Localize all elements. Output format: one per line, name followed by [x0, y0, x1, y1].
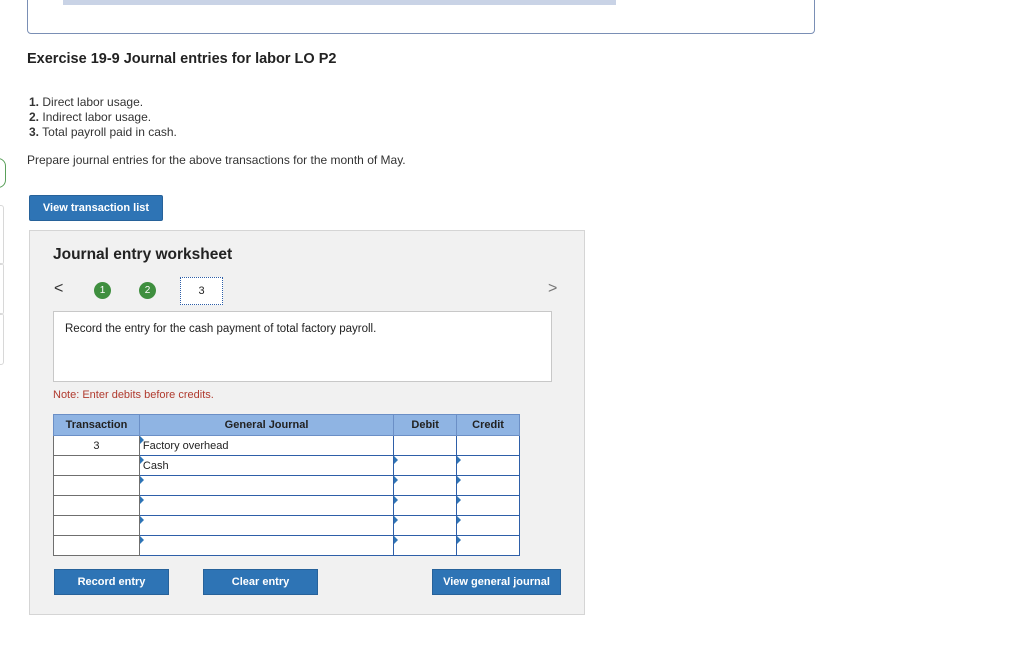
- prev-step-icon[interactable]: <: [54, 280, 63, 298]
- dropdown-marker-icon: [139, 456, 147, 464]
- debit-field[interactable]: [393, 535, 458, 556]
- account-field[interactable]: [138, 495, 395, 516]
- transaction-list: 1. Direct labor usage. 2. Indirect labor…: [29, 95, 177, 140]
- record-entry-button[interactable]: Record entry: [54, 569, 169, 595]
- table-row: [53, 495, 520, 516]
- debit-field[interactable]: [393, 475, 458, 496]
- scroll-bar-remnant: [63, 0, 616, 5]
- col-header-debit: Debit: [393, 414, 458, 436]
- step-2-button[interactable]: 2: [139, 282, 156, 299]
- instruction-box: [53, 311, 552, 382]
- exercise-prompt: Prepare journal entries for the above tr…: [27, 153, 406, 167]
- account-field[interactable]: [138, 475, 395, 496]
- transaction-cell: [53, 515, 140, 536]
- table-row: [53, 515, 520, 536]
- transaction-cell: 3: [53, 435, 140, 456]
- list-item: 1. Direct labor usage.: [29, 95, 144, 109]
- view-transaction-list-button[interactable]: View transaction list: [29, 195, 163, 221]
- input-marker-icon: [457, 516, 462, 524]
- journal-table: Transaction General Journal Debit Credit…: [53, 414, 520, 556]
- previous-content-panel: [27, 0, 815, 34]
- debit-field[interactable]: [393, 455, 458, 476]
- credit-field[interactable]: [456, 475, 520, 496]
- input-marker-icon: [394, 516, 399, 524]
- input-marker-icon: [394, 496, 399, 504]
- dropdown-marker-icon: [139, 516, 147, 524]
- debit-field[interactable]: [393, 495, 458, 516]
- input-marker-icon: [457, 456, 462, 464]
- input-marker-icon: [457, 476, 462, 484]
- side-indicator: [0, 158, 6, 188]
- step-3-button-active[interactable]: 3: [180, 277, 223, 305]
- side-tab: [0, 205, 4, 265]
- credit-field[interactable]: [456, 535, 520, 556]
- side-tab: [0, 263, 4, 315]
- note-text: Note: Enter debits before credits.: [53, 389, 214, 401]
- account-field[interactable]: Cash: [138, 455, 395, 476]
- credit-field[interactable]: [456, 495, 520, 516]
- credit-field[interactable]: [456, 435, 520, 456]
- col-header-credit: Credit: [456, 414, 520, 436]
- dropdown-marker-icon: [139, 536, 147, 544]
- debit-field[interactable]: [393, 435, 458, 456]
- input-marker-icon: [457, 536, 462, 544]
- view-general-journal-button[interactable]: View general journal: [432, 569, 561, 595]
- account-field[interactable]: [138, 535, 395, 556]
- input-marker-icon: [394, 476, 399, 484]
- list-item: 3. Total payroll paid in cash.: [29, 125, 177, 139]
- exercise-title: Exercise 19-9 Journal entries for labor …: [27, 51, 337, 67]
- dropdown-marker-icon: [139, 436, 147, 444]
- input-marker-icon: [394, 456, 399, 464]
- transaction-cell: [53, 475, 140, 496]
- col-header-transaction: Transaction: [53, 414, 140, 436]
- account-field[interactable]: [138, 515, 395, 536]
- clear-entry-button[interactable]: Clear entry: [203, 569, 318, 595]
- next-step-icon[interactable]: >: [548, 280, 557, 298]
- credit-field[interactable]: [456, 515, 520, 536]
- step-1-button[interactable]: 1: [94, 282, 111, 299]
- table-row: 3 Factory overhead: [53, 435, 520, 456]
- instruction-text: Record the entry for the cash payment of…: [65, 323, 377, 335]
- side-tab: [0, 313, 4, 365]
- input-marker-icon: [394, 536, 399, 544]
- col-header-general-journal: General Journal: [138, 414, 395, 436]
- list-item: 2. Indirect labor usage.: [29, 110, 152, 124]
- table-row: [53, 475, 520, 496]
- transaction-cell: [53, 535, 140, 556]
- input-marker-icon: [457, 496, 462, 504]
- transaction-cell: [53, 495, 140, 516]
- dropdown-marker-icon: [139, 496, 147, 504]
- debit-field[interactable]: [393, 515, 458, 536]
- table-row: [53, 535, 520, 556]
- dropdown-marker-icon: [139, 476, 147, 484]
- worksheet-title: Journal entry worksheet: [53, 246, 233, 263]
- table-row: Cash: [53, 455, 520, 476]
- account-field[interactable]: Factory overhead: [138, 435, 395, 456]
- transaction-cell: [53, 455, 140, 476]
- credit-field[interactable]: [456, 455, 520, 476]
